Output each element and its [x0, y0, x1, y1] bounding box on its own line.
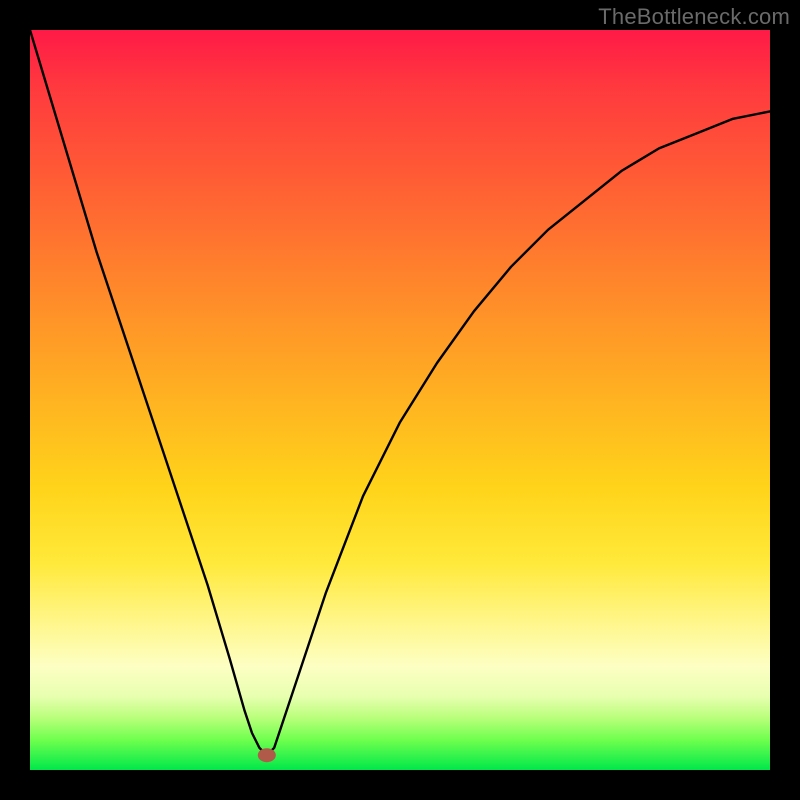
- chart-frame: TheBottleneck.com: [0, 0, 800, 800]
- chart-svg: [30, 30, 770, 770]
- chart-plot-area: [30, 30, 770, 770]
- chart-marker: [258, 748, 276, 762]
- watermark-text: TheBottleneck.com: [598, 4, 790, 30]
- bottleneck-curve: [30, 30, 770, 755]
